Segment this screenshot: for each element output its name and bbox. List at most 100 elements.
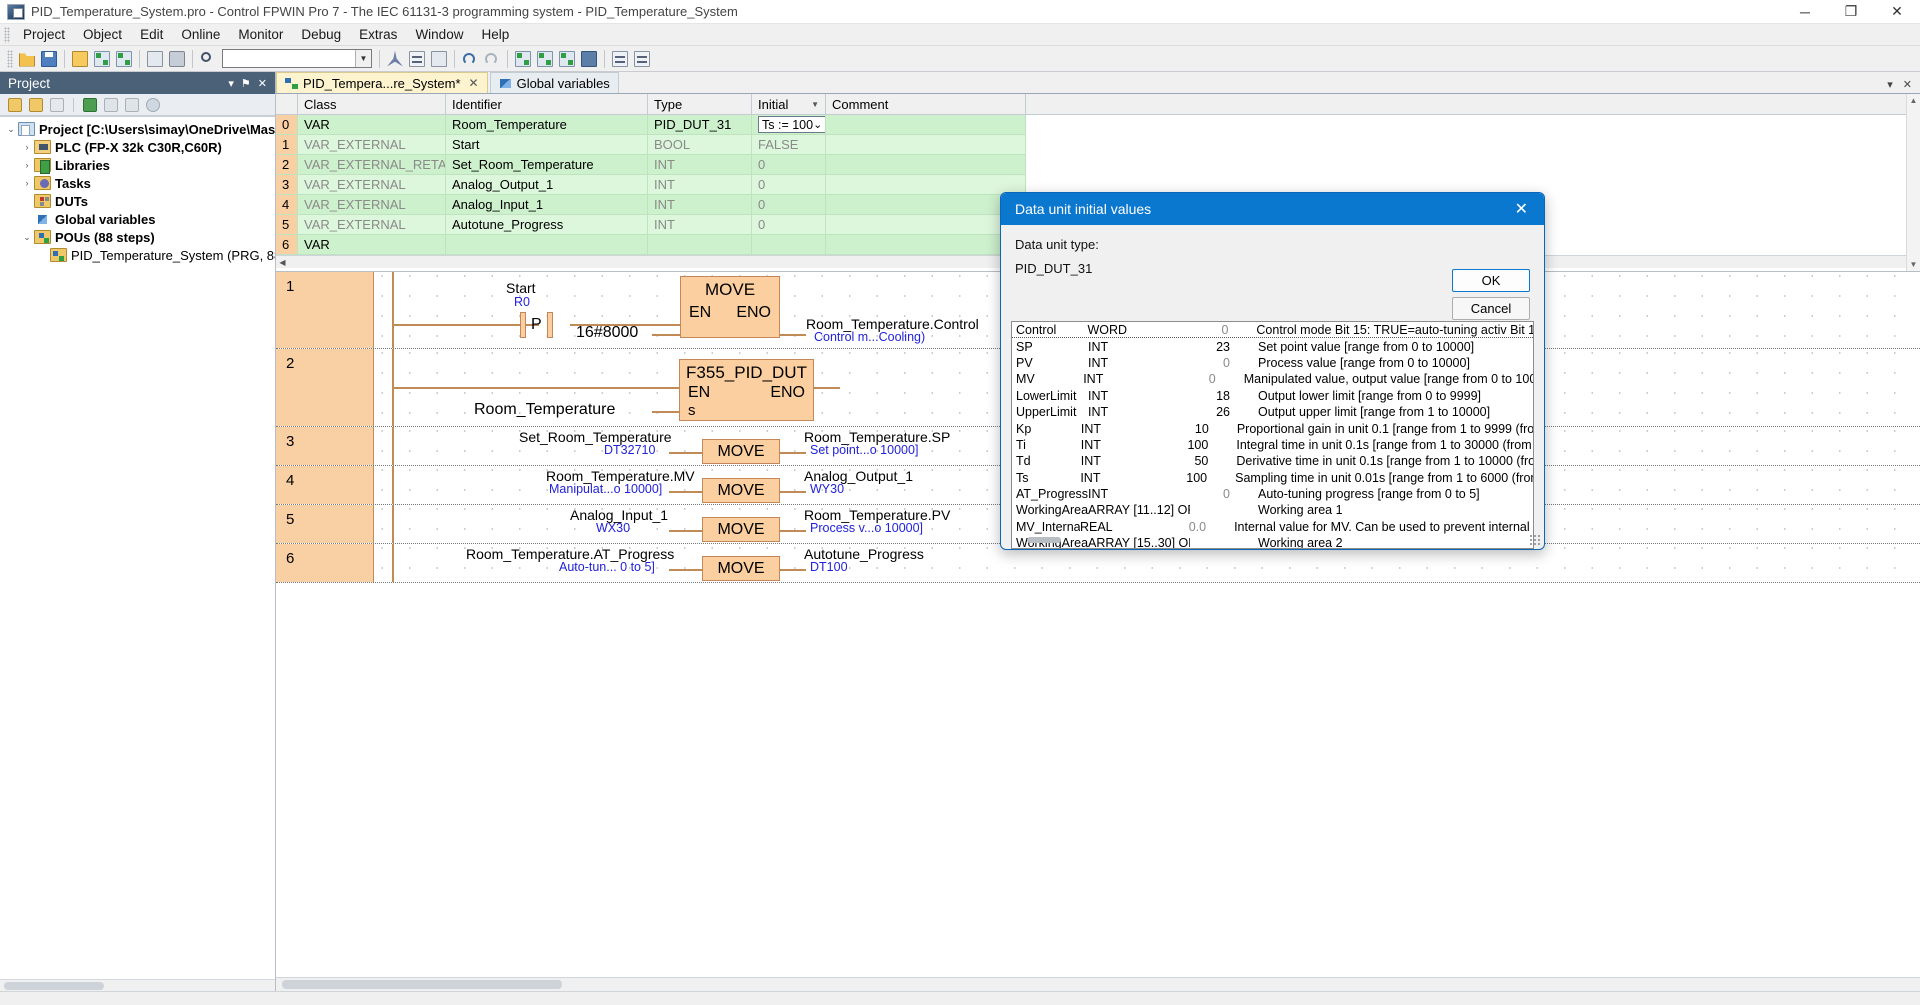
- variable-type[interactable]: INT: [648, 155, 752, 175]
- tree-item-libraries[interactable]: › Libraries: [0, 156, 275, 174]
- menu-item-edit[interactable]: Edit: [131, 25, 172, 44]
- row-index[interactable]: 1: [276, 135, 298, 155]
- cancel-button[interactable]: Cancel: [1452, 297, 1530, 320]
- menu-item-monitor[interactable]: Monitor: [229, 25, 292, 44]
- sidebar-menu-icon[interactable]: ▾: [228, 77, 234, 90]
- variable-comment[interactable]: [826, 175, 1026, 195]
- col-header-class[interactable]: Class: [298, 94, 446, 114]
- variable-row[interactable]: 0 VAR Room_Temperature PID_DUT_31 Ts := 100 ⌄: [276, 115, 1920, 135]
- menu-item-window[interactable]: Window: [406, 25, 472, 44]
- variable-class[interactable]: VAR_EXTERNAL: [298, 175, 446, 195]
- variable-table-vertical-scrollbar[interactable]: ▲ ▼: [1906, 94, 1920, 271]
- scroll-down-icon[interactable]: ▼: [1910, 260, 1918, 271]
- member-value[interactable]: 18: [1190, 389, 1230, 403]
- sidebar-pin-icon[interactable]: ⚑: [241, 77, 251, 90]
- member-value[interactable]: 0: [1189, 323, 1228, 337]
- sidebar-close-icon[interactable]: ✕: [258, 77, 267, 90]
- row-index[interactable]: 6: [276, 235, 298, 255]
- variable-identifier[interactable]: Set_Room_Temperature: [446, 155, 648, 175]
- variable-comment[interactable]: [826, 135, 1026, 155]
- chevron-icon[interactable]: ›: [20, 160, 34, 170]
- variable-type[interactable]: [648, 235, 752, 255]
- variable-initial[interactable]: FALSE: [752, 135, 826, 155]
- move-block[interactable]: MOVE: [702, 439, 780, 464]
- member-value[interactable]: 50: [1172, 454, 1208, 468]
- variable-class[interactable]: VAR_EXTERNAL_RETAIN: [298, 155, 446, 175]
- row-index[interactable]: 0: [276, 115, 298, 135]
- move-block[interactable]: MOVE: [702, 478, 780, 503]
- chevron-down-icon[interactable]: ⌄: [813, 118, 822, 131]
- row-index[interactable]: 3: [276, 175, 298, 195]
- member-value[interactable]: 0: [1190, 487, 1230, 501]
- chevron-down-icon[interactable]: ▼: [355, 50, 371, 67]
- move-block[interactable]: MOVE EN ENO: [680, 276, 780, 338]
- menu-item-extras[interactable]: Extras: [350, 25, 406, 44]
- variable-identifier[interactable]: Analog_Input_1: [446, 195, 648, 215]
- variable-initial[interactable]: 0: [752, 195, 826, 215]
- row-index[interactable]: 2: [276, 155, 298, 175]
- search-combo[interactable]: ▼: [222, 49, 372, 68]
- dialog-grid-horizontal-scrollbar[interactable]: [1027, 537, 1061, 543]
- member-value[interactable]: 26: [1190, 405, 1230, 419]
- variable-comment[interactable]: [826, 235, 1026, 255]
- variable-comment[interactable]: [826, 155, 1026, 175]
- rising-edge-contact[interactable]: P: [520, 312, 553, 338]
- tab-pid-temperature-system[interactable]: PID_Tempera...re_System* ✕: [276, 72, 488, 93]
- dialog-member-row[interactable]: PV INT 0 Process value [range from 0 to 100…: [1012, 355, 1533, 371]
- library-lock-button[interactable]: [123, 96, 141, 114]
- variable-type[interactable]: BOOL: [648, 135, 752, 155]
- minimize-button[interactable]: ─: [1782, 0, 1828, 23]
- open-project-button[interactable]: [17, 49, 37, 69]
- menu-item-debug[interactable]: Debug: [292, 25, 350, 44]
- member-value[interactable]: 0.0: [1171, 520, 1206, 534]
- dialog-member-row[interactable]: LowerLimit INT 18 Output lower limit [range…: [1012, 388, 1533, 404]
- variable-comment[interactable]: [826, 215, 1026, 235]
- add-folder-button[interactable]: [48, 96, 66, 114]
- variable-initial[interactable]: 0: [752, 175, 826, 195]
- variable-type[interactable]: PID_DUT_31: [648, 115, 752, 135]
- dialog-member-row[interactable]: Ti INT 100 Integral time in unit 0.1s [rang…: [1012, 437, 1533, 453]
- variable-type[interactable]: INT: [648, 215, 752, 235]
- variable-row[interactable]: 2 VAR_EXTERNAL_RETAIN Set_Room_Temperature…: [276, 155, 1920, 175]
- variable-row[interactable]: 1 VAR_EXTERNAL Start BOOL FALSE: [276, 135, 1920, 155]
- align-left-button[interactable]: [610, 49, 630, 69]
- menu-item-online[interactable]: Online: [172, 25, 229, 44]
- member-value[interactable]: 10: [1173, 422, 1209, 436]
- variable-identifier[interactable]: [446, 235, 648, 255]
- variable-identifier[interactable]: Autotune_Progress: [446, 215, 648, 235]
- dialog-member-row[interactable]: Kp INT 10 Proportional gain in unit 0.1 [ra…: [1012, 420, 1533, 436]
- compile-button[interactable]: [513, 49, 533, 69]
- variable-identifier[interactable]: Room_Temperature: [446, 115, 648, 135]
- col-header-initial[interactable]: Initial ▼: [752, 94, 826, 114]
- tab-global-variables[interactable]: Global variables: [489, 72, 619, 93]
- tree-item-project-c-users-simay-onedrive-mas[interactable]: ⌄ Project [C:\Users\simay\OneDrive\Mas: [0, 120, 275, 138]
- library-add-button[interactable]: [81, 96, 99, 114]
- tree-item-plc-fp-x-32k-c30r-c60r[interactable]: › PLC (FP-X 32k C30R,C60R): [0, 138, 275, 156]
- cut-button[interactable]: [385, 49, 405, 69]
- dialog-member-row[interactable]: Control WORD 0 Control mode Bit 15: TRUE=au…: [1012, 322, 1533, 339]
- variable-class[interactable]: VAR_EXTERNAL: [298, 135, 446, 155]
- dialog-member-row[interactable]: AT_Progress INT 0 Auto-tuning progress [ran…: [1012, 486, 1533, 502]
- dialog-members-grid[interactable]: Control WORD 0 Control mode Bit 15: TRUE=au…: [1011, 321, 1534, 549]
- variable-class[interactable]: VAR_EXTERNAL: [298, 195, 446, 215]
- col-header-comment[interactable]: Comment: [826, 94, 1026, 114]
- tree-item-pid-temperature-system-prg-88[interactable]: PID_Temperature_System (PRG, 88: [0, 246, 275, 264]
- menu-item-help[interactable]: Help: [472, 25, 518, 44]
- save-button[interactable]: [39, 49, 59, 69]
- col-header-identifier[interactable]: Identifier: [446, 94, 648, 114]
- member-value[interactable]: 0: [1178, 372, 1216, 386]
- sidebar-horizontal-scrollbar[interactable]: [0, 979, 275, 991]
- dialog-member-row[interactable]: Td INT 50 Derivative time in unit 0.1s [ran…: [1012, 453, 1533, 469]
- member-value[interactable]: 100: [1171, 471, 1207, 485]
- variable-comment[interactable]: [826, 195, 1026, 215]
- add-dut-button[interactable]: [27, 96, 45, 114]
- editor-close-icon[interactable]: ✕: [1903, 78, 1912, 91]
- copy-button[interactable]: [407, 49, 427, 69]
- align-right-button[interactable]: [632, 49, 652, 69]
- variable-identifier[interactable]: Start: [446, 135, 648, 155]
- col-header-type[interactable]: Type: [648, 94, 752, 114]
- open-pou-button[interactable]: [92, 49, 112, 69]
- variable-initial[interactable]: 0: [752, 215, 826, 235]
- variable-initial[interactable]: [752, 235, 826, 255]
- data-unit-initial-values-dialog[interactable]: Data unit initial values ✕ Data unit typ…: [1000, 192, 1545, 550]
